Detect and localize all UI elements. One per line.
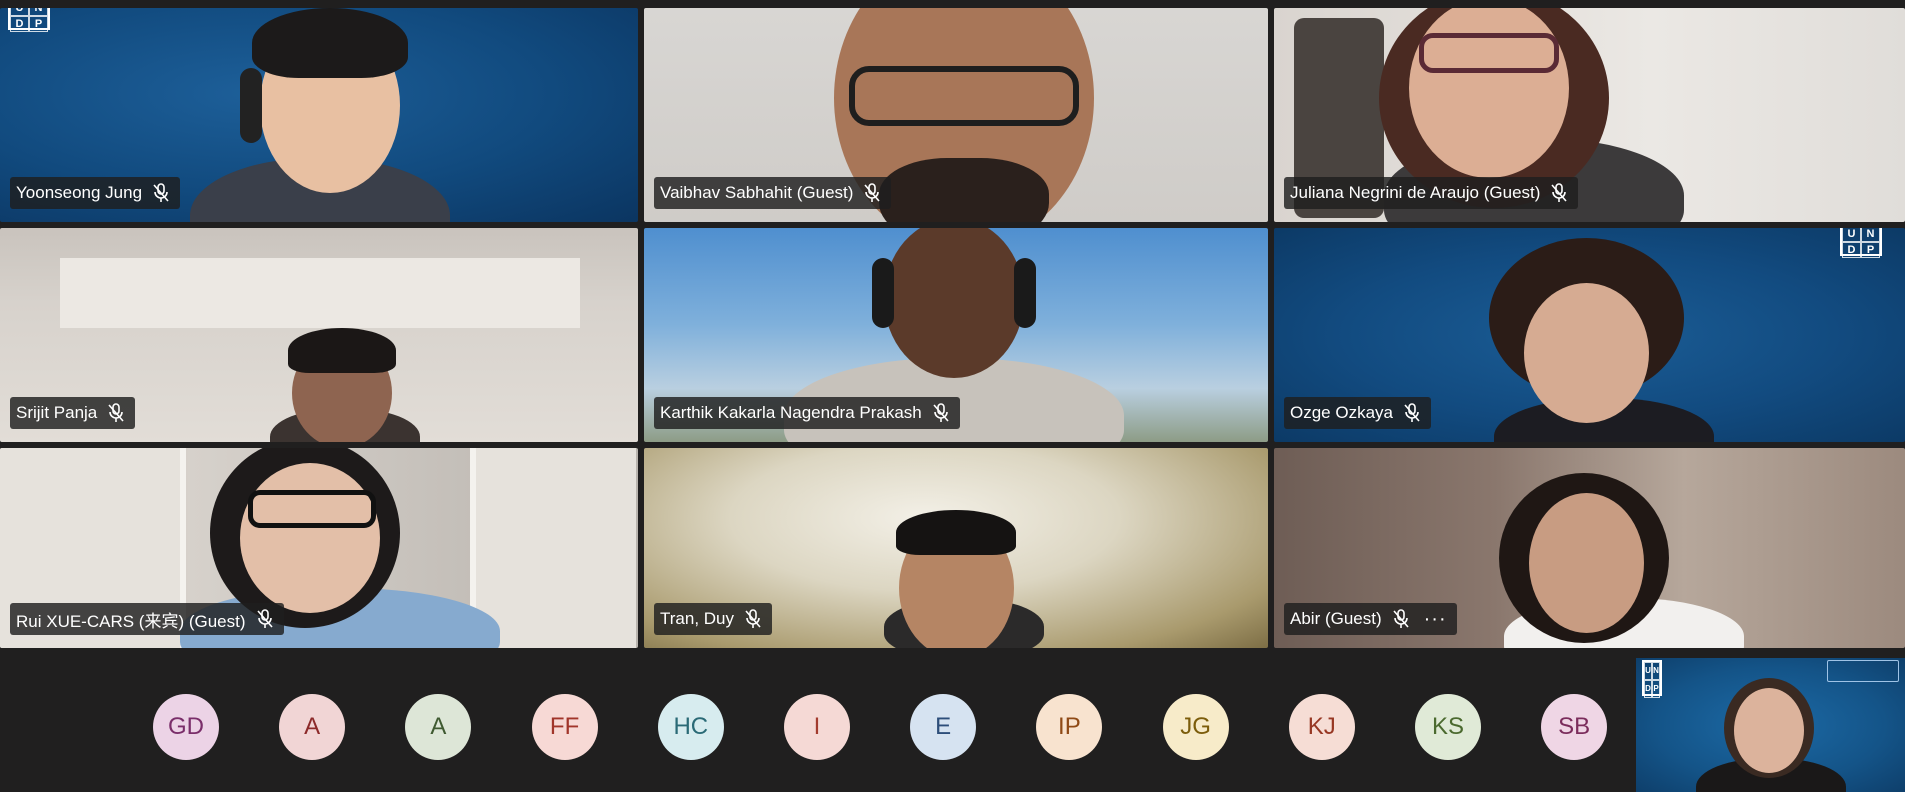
participant-name-chip: Abir (Guest) ···: [1284, 603, 1457, 635]
participant-name-chip: Tran, Duy: [654, 603, 773, 635]
headphones-icon: [1014, 258, 1036, 328]
mic-muted-icon: [153, 183, 169, 202]
participant-avatar[interactable]: IP: [1036, 694, 1103, 760]
participant-name: Tran, Duy: [660, 609, 735, 628]
participant-name-chip: Srijit Panja: [10, 397, 136, 429]
mic-muted-icon: [1393, 609, 1409, 628]
bookshelf: [470, 448, 636, 648]
participant-name: Yoonseong Jung: [16, 183, 143, 202]
banner-graphic: [1827, 660, 1899, 682]
participant-avatar[interactable]: E: [910, 694, 977, 760]
participant-avatar[interactable]: A: [279, 694, 346, 760]
participant-name: Abir (Guest): [1290, 609, 1382, 628]
participant-avatar[interactable]: JG: [1162, 694, 1229, 760]
participant-glasses: [849, 66, 1079, 126]
mic-muted-icon: [745, 609, 761, 628]
participant-avatar[interactable]: A: [405, 694, 472, 760]
participant-hair: [288, 328, 396, 373]
self-view-video[interactable]: UNDP: [1636, 658, 1905, 792]
participant-name: Rui XUE-CARS (来宾) (Guest): [16, 611, 246, 631]
participant-name-chip: Yoonseong Jung: [10, 177, 181, 209]
video-tile-karthik[interactable]: Karthik Kakarla Nagendra Prakash: [644, 228, 1268, 442]
participant-beard: [879, 158, 1049, 222]
video-grid: UNDP Yoonseong Jung Vaibhav Sabhahit (Gu…: [0, 8, 1905, 648]
headphones-icon: [872, 258, 894, 328]
participant-avatar[interactable]: SB: [1541, 694, 1608, 760]
participant-hair: [896, 510, 1016, 555]
video-tile-tran[interactable]: Tran, Duy: [644, 448, 1268, 648]
undp-logo: UNDP: [8, 8, 50, 32]
participant-head: [1529, 493, 1644, 633]
participant-name-chip: Rui XUE-CARS (来宾) (Guest): [10, 603, 284, 635]
video-tile-rui[interactable]: Rui XUE-CARS (来宾) (Guest): [0, 448, 638, 648]
video-tile-ozge[interactable]: UNDP Ozge Ozkaya: [1274, 228, 1905, 442]
participant-head: [1734, 688, 1804, 773]
participant-glasses: [1419, 33, 1559, 73]
mic-muted-icon: [933, 403, 949, 422]
video-tile-vaibhav[interactable]: Vaibhav Sabhahit (Guest): [644, 8, 1268, 222]
participant-avatar[interactable]: GD: [153, 694, 219, 760]
video-tile-abir[interactable]: Abir (Guest) ···: [1274, 448, 1905, 648]
participant-name-chip: Ozge Ozkaya: [1284, 397, 1431, 429]
mic-muted-icon: [1404, 403, 1420, 422]
participant-name: Karthik Kakarla Nagendra Prakash: [660, 403, 922, 422]
video-tile-juliana[interactable]: Juliana Negrini de Araujo (Guest): [1274, 8, 1905, 222]
participant-name-chip: Juliana Negrini de Araujo (Guest): [1284, 177, 1579, 209]
participant-name: Vaibhav Sabhahit (Guest): [660, 183, 854, 202]
ceiling-trim: [60, 258, 580, 328]
undp-logo: UNDP: [1840, 228, 1882, 258]
participant-name: Ozge Ozkaya: [1290, 403, 1393, 422]
participant-glasses: [248, 490, 376, 528]
mic-muted-icon: [864, 183, 881, 202]
video-tile-yoonseong[interactable]: UNDP Yoonseong Jung: [0, 8, 638, 222]
participant-head: [1524, 283, 1649, 423]
video-tile-srijit[interactable]: Srijit Panja: [0, 228, 638, 442]
undp-logo: UNDP: [1642, 660, 1662, 698]
participant-avatar[interactable]: KJ: [1288, 694, 1355, 760]
participant-name-chip: Vaibhav Sabhahit (Guest): [654, 177, 892, 209]
mic-muted-icon: [256, 609, 273, 628]
participant-name: Srijit Panja: [16, 403, 98, 422]
more-options-icon[interactable]: ···: [1424, 609, 1447, 629]
participant-avatar[interactable]: I: [784, 694, 850, 760]
mic-muted-icon: [108, 403, 124, 422]
participant-name: Juliana Negrini de Araujo (Guest): [1290, 183, 1541, 202]
participant-avatar[interactable]: FF: [531, 694, 598, 760]
headphones-icon: [240, 68, 262, 143]
participant-avatar[interactable]: KS: [1415, 694, 1481, 760]
participant-name-chip: Karthik Kakarla Nagendra Prakash: [654, 397, 960, 429]
mic-muted-icon: [1551, 183, 1568, 202]
participant-hair: [252, 8, 408, 78]
participant-avatar[interactable]: HC: [657, 694, 724, 760]
participant-head: [240, 463, 380, 613]
